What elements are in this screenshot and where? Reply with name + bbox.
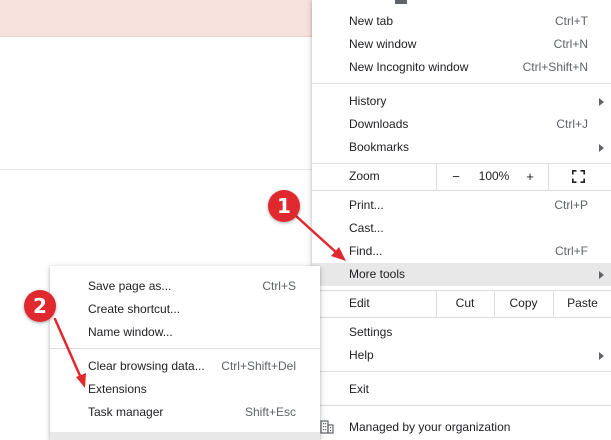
fullscreen-icon[interactable] (572, 170, 585, 183)
menu-item-label: Find... (349, 244, 383, 258)
menu-item-help[interactable]: Help (312, 344, 611, 367)
menu-separator (312, 317, 611, 318)
submenu-item-shortcut: Shift+Esc (244, 405, 296, 419)
menu-item-settings[interactable]: Settings (312, 321, 611, 344)
menu-item-downloads[interactable]: Downloads Ctrl+J (312, 113, 611, 136)
menu-item-label: Print... (349, 198, 384, 212)
submenu-item-shortcut: Ctrl+S (262, 279, 296, 293)
menu-item-shortcut: Ctrl+P (554, 198, 588, 212)
submenu-item-label: Task manager (88, 405, 164, 419)
menu-item-label: History (349, 94, 387, 108)
copy-button[interactable]: Copy (495, 292, 552, 315)
chevron-right-icon (599, 352, 604, 360)
menu-item-label: Bookmarks (349, 140, 410, 154)
menu-item-label: Exit (349, 382, 370, 396)
submenu-item-label: Clear browsing data... (88, 359, 205, 373)
menu-separator (312, 83, 611, 84)
menu-item-shortcut: Ctrl+F (555, 244, 588, 258)
menu-item-label: More tools (349, 267, 406, 281)
menu-item-exit[interactable]: Exit (312, 378, 611, 401)
submenu-item-save-page-as[interactable]: Save page as... Ctrl+S (50, 275, 320, 298)
zoom-level-value: 100% (478, 169, 510, 183)
step-marker-1: 1 (268, 190, 300, 222)
menu-item-shortcut: Ctrl+Shift+N (522, 60, 588, 74)
chrome-main-menu: New tab Ctrl+T New window Ctrl+N New Inc… (312, 0, 611, 440)
edit-label: Edit (349, 296, 370, 310)
menu-item-print[interactable]: Print... Ctrl+P (312, 194, 611, 217)
menu-item-managed-by-organization[interactable]: Managed by your organization (312, 416, 611, 439)
paste-button[interactable]: Paste (554, 292, 611, 315)
menu-separator (312, 190, 611, 191)
building-icon (320, 420, 334, 434)
submenu-item-task-manager[interactable]: Task manager Shift+Esc (50, 401, 320, 424)
submenu-item-extensions[interactable]: Extensions (50, 378, 320, 401)
zoom-in-button[interactable]: + (520, 165, 540, 188)
submenu-item-shortcut: Ctrl+Shift+Del (221, 359, 296, 373)
menu-item-history[interactable]: History (312, 90, 611, 113)
submenu-item-label: Create shortcut... (88, 302, 181, 316)
cut-button[interactable]: Cut (437, 292, 493, 315)
chevron-right-icon (599, 98, 604, 106)
menu-item-new-tab[interactable]: New tab Ctrl+T (312, 10, 611, 33)
page-divider (0, 169, 320, 170)
zoom-separator (436, 163, 437, 190)
submenu-item-clear-browsing-data[interactable]: Clear browsing data... Ctrl+Shift+Del (50, 355, 320, 378)
menu-item-new-window[interactable]: New window Ctrl+N (312, 33, 611, 56)
menu-item-label: Cast... (349, 221, 384, 235)
menu-item-find[interactable]: Find... Ctrl+F (312, 240, 611, 263)
menu-anchor (395, 0, 407, 4)
menu-separator (312, 405, 611, 406)
menu-item-label: Help (349, 348, 374, 362)
more-tools-submenu: Save page as... Ctrl+S Create shortcut..… (50, 266, 320, 440)
menu-item-more-tools[interactable]: More tools (312, 263, 611, 286)
step-marker-2: 2 (24, 290, 56, 322)
menu-item-shortcut: Ctrl+T (555, 14, 588, 28)
menu-item-label: Settings (349, 325, 393, 339)
submenu-partial-item (50, 432, 320, 440)
chevron-right-icon (599, 144, 604, 152)
menu-item-cast[interactable]: Cast... (312, 217, 611, 240)
menu-item-label: New tab (349, 14, 394, 28)
menu-item-label: Managed by your organization (349, 420, 511, 434)
menu-item-shortcut: Ctrl+J (556, 117, 588, 131)
menu-item-new-incognito-window[interactable]: New Incognito window Ctrl+Shift+N (312, 56, 611, 79)
menu-separator (312, 163, 611, 164)
submenu-item-label: Save page as... (88, 279, 172, 293)
menu-separator (312, 290, 611, 291)
chevron-right-icon (599, 271, 604, 279)
menu-separator (312, 371, 611, 372)
menu-item-bookmarks[interactable]: Bookmarks (312, 136, 611, 159)
submenu-separator (50, 348, 320, 349)
submenu-item-create-shortcut[interactable]: Create shortcut... (50, 298, 320, 321)
submenu-item-name-window[interactable]: Name window... (50, 321, 320, 344)
menu-item-shortcut: Ctrl+N (553, 37, 588, 51)
submenu-item-label: Extensions (88, 382, 147, 396)
zoom-label: Zoom (349, 169, 380, 183)
submenu-item-label: Name window... (88, 325, 173, 339)
zoom-separator (548, 163, 549, 190)
zoom-out-button[interactable]: − (446, 165, 466, 188)
menu-item-label: New window (349, 37, 417, 51)
menu-item-label: Downloads (349, 117, 409, 131)
menu-item-label: New Incognito window (349, 60, 469, 74)
